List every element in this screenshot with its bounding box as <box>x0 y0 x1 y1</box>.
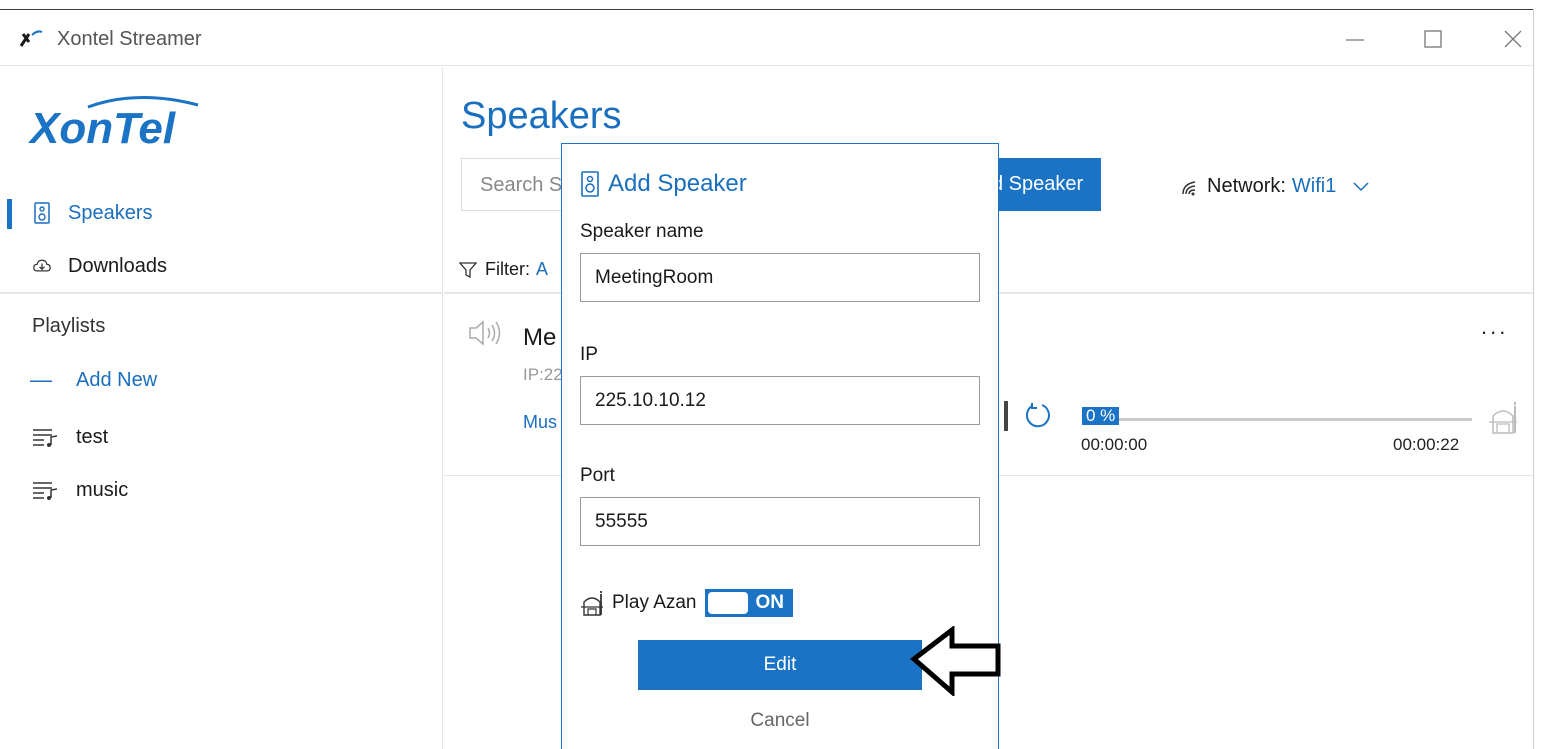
speaker-name: Me <box>523 324 557 351</box>
cloud-download-icon <box>33 255 51 277</box>
close-button[interactable] <box>1490 22 1536 56</box>
pause-bar <box>1004 401 1008 431</box>
port-label: Port <box>580 465 615 486</box>
filter-value: A <box>536 259 549 279</box>
logo-text: XonTel <box>28 104 176 153</box>
add-new-label: Add New <box>76 368 158 391</box>
sidebar-item-downloads[interactable]: Downloads <box>0 246 443 286</box>
mosque-icon <box>581 591 603 616</box>
playlist-item-test[interactable]: test <box>32 422 108 452</box>
page-title: Speakers <box>461 95 622 137</box>
speaker-name-label: Speaker name <box>580 221 704 242</box>
playlist-icon <box>33 429 58 447</box>
chevron-down-icon <box>1353 181 1369 191</box>
port-field[interactable] <box>580 497 980 546</box>
playlist-icon <box>33 482 58 500</box>
window-right-border <box>1533 9 1534 749</box>
more-options-button[interactable]: ... <box>1481 314 1508 340</box>
play-azan-toggle[interactable]: ON <box>704 589 793 617</box>
search-placeholder: Search S <box>480 174 563 196</box>
xontel-logo: XonTel <box>28 95 199 153</box>
maximize-icon <box>1424 30 1442 48</box>
dialog-title-text: Add Speaker <box>608 170 747 197</box>
minimize-button[interactable] <box>1332 22 1378 56</box>
xontel-app-icon <box>19 30 43 47</box>
time-end: 00:00:22 <box>1393 435 1460 454</box>
search-input[interactable]: Search S <box>461 158 571 211</box>
speaker-icon <box>33 202 51 224</box>
sidebar-divider <box>0 292 443 294</box>
speaker-ip: IP:22 <box>523 365 563 384</box>
playlist-item-music[interactable]: music <box>32 475 128 505</box>
annotation-arrow-icon <box>910 626 1001 696</box>
progress-percent: 0 % <box>1082 407 1120 425</box>
active-indicator <box>7 199 12 229</box>
network-label: Network: <box>1207 175 1286 197</box>
toggle-knob <box>707 592 748 614</box>
play-azan-label: Play Azan <box>612 592 697 613</box>
dialog-title: Add Speaker <box>580 170 747 198</box>
title-bar: Xontel Streamer <box>0 10 1533 66</box>
speaker-icon <box>581 171 599 197</box>
sidebar-item-label: Downloads <box>68 255 167 277</box>
sidebar: XonTel Speakers Downloads Playlists — Ad… <box>0 67 443 749</box>
filter[interactable]: Filter: A <box>459 259 548 280</box>
speaker-music-link[interactable]: Mus <box>523 412 557 433</box>
refresh-icon[interactable] <box>1024 402 1052 430</box>
sidebar-item-speakers[interactable]: Speakers <box>0 193 443 233</box>
filter-icon <box>459 261 477 278</box>
playlist-label: music <box>76 478 129 501</box>
ip-label: IP <box>580 344 598 365</box>
sidebar-item-label: Speakers <box>68 202 153 224</box>
close-icon <box>1504 30 1522 48</box>
play-azan-row: Play Azan ON <box>580 589 793 617</box>
speaker-name-field[interactable] <box>580 253 980 302</box>
filter-label: Filter: <box>485 259 530 279</box>
playlists-heading: Playlists <box>32 315 106 337</box>
toggle-state-text: ON <box>755 592 785 613</box>
volume-icon <box>469 320 501 346</box>
wifi-icon <box>1182 180 1196 195</box>
playlist-label: test <box>76 425 109 448</box>
minimize-icon <box>1346 39 1364 41</box>
mosque-icon <box>1489 402 1517 434</box>
progress-track[interactable] <box>1082 418 1472 421</box>
cancel-button[interactable]: Cancel <box>638 706 922 736</box>
time-start: 00:00:00 <box>1081 435 1148 454</box>
network-selector[interactable]: Network: Wifi1 <box>1181 175 1370 198</box>
add-speaker-button[interactable]: d Speaker <box>984 158 1101 211</box>
window-title: Xontel Streamer <box>57 28 202 50</box>
ip-field[interactable] <box>580 376 980 425</box>
edit-button[interactable]: Edit <box>638 640 922 690</box>
maximize-button[interactable] <box>1410 22 1456 56</box>
add-new-playlist-button[interactable]: — Add New <box>30 365 157 395</box>
plus-icon: — <box>30 367 52 392</box>
network-value: Wifi1 <box>1291 175 1337 197</box>
